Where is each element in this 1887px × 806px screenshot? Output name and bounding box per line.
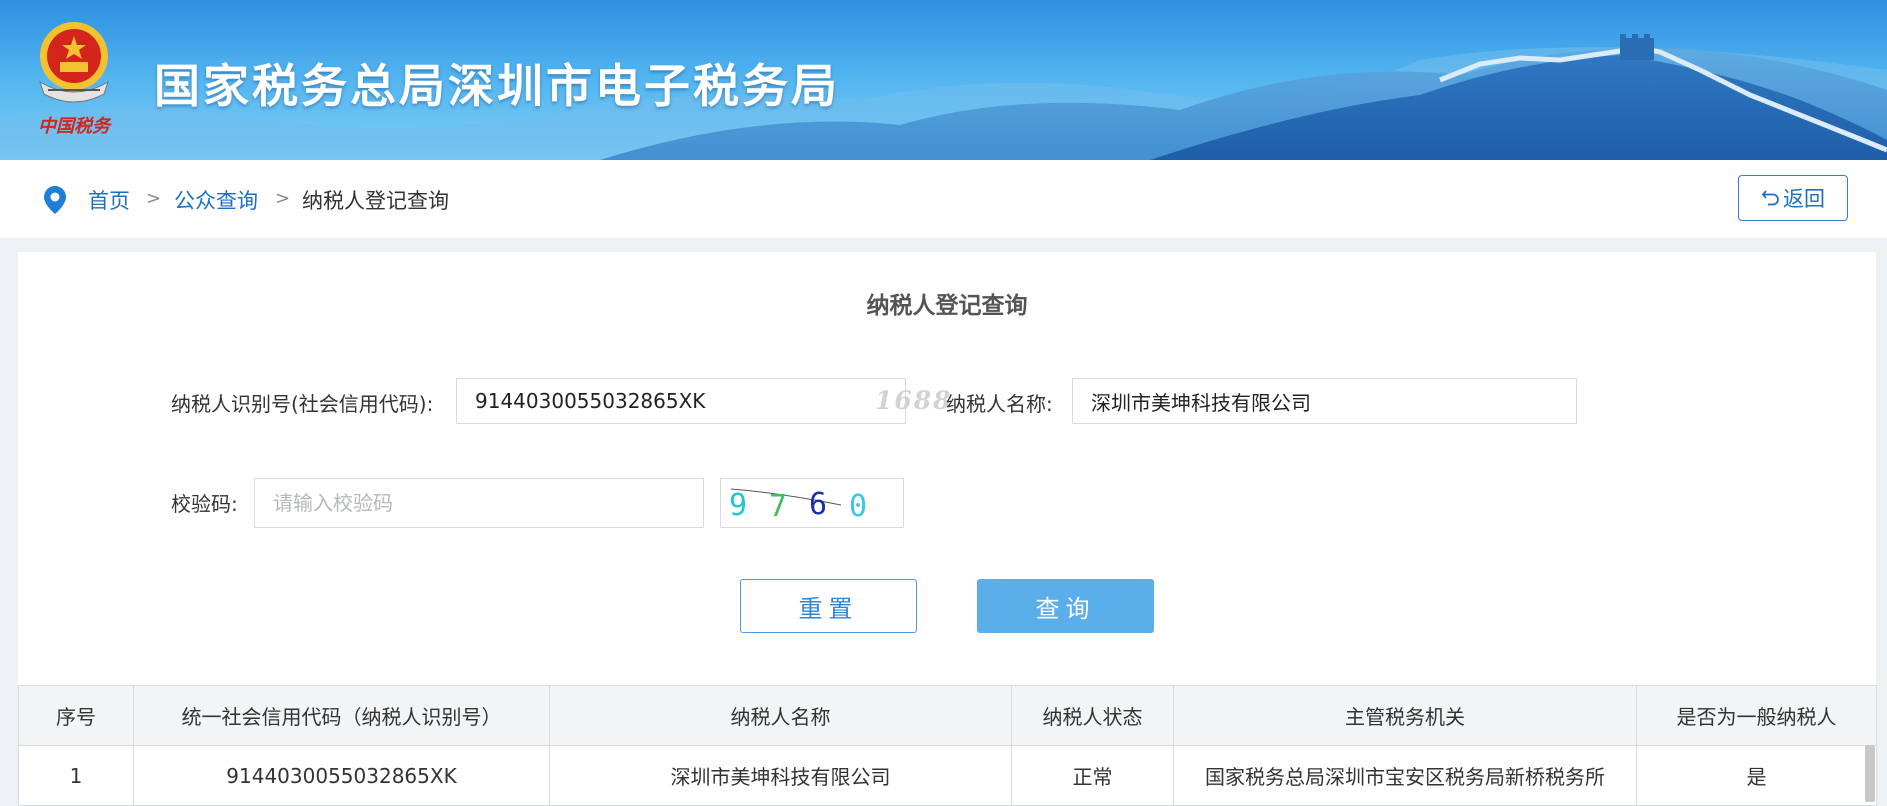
captcha-char: 9 — [729, 488, 747, 523]
result-table: 序号 统一社会信用代码（纳税人识别号） 纳税人名称 纳税人状态 主管税务机关 是… — [18, 685, 1877, 806]
taxpayer-id-input[interactable] — [473, 388, 889, 414]
taxpayer-name-field[interactable] — [1072, 378, 1577, 424]
table-cell: 9144030055032865XK — [133, 745, 550, 806]
undo-arrow-icon — [1761, 190, 1779, 206]
breadcrumb-bar: 首页 > 公众查询 > 纳税人登记查询 返回 — [0, 160, 1887, 238]
table-cell: 国家税务总局深圳市宝安区税务局新桥税务所 — [1173, 745, 1637, 806]
breadcrumb-home[interactable]: 首页 — [88, 185, 130, 215]
site-title: 国家税务总局深圳市电子税务局 — [154, 59, 840, 113]
table-header-cell: 纳税人名称 — [549, 685, 1012, 746]
table-header-row: 序号 统一社会信用代码（纳税人识别号） 纳税人名称 纳税人状态 主管税务机关 是… — [18, 685, 1877, 746]
header-banner: 中国税务 国家税务总局深圳市电子税务局 — [0, 0, 1887, 160]
taxpayer-name-label: 纳税人名称: — [946, 392, 1053, 416]
form-title: 纳税人登记查询 — [866, 293, 1028, 319]
taxpayer-name-input[interactable] — [1089, 388, 1560, 414]
emblem-caption: 中国税务 — [38, 116, 113, 137]
breadcrumb-separator: > — [275, 188, 291, 209]
table-header-cell: 统一社会信用代码（纳税人识别号） — [133, 685, 550, 746]
table-cell: 深圳市美坤科技有限公司 — [549, 745, 1012, 806]
captcha-char: 6 — [809, 487, 827, 522]
reset-button[interactable]: 重置 — [740, 579, 917, 633]
back-button[interactable]: 返回 — [1738, 175, 1848, 221]
table-header-cell: 是否为一般纳税人 — [1636, 685, 1877, 746]
taxpayer-id-label: 纳税人识别号(社会信用代码): — [171, 392, 434, 416]
query-button[interactable]: 查询 — [977, 579, 1154, 633]
taxpayer-id-field[interactable] — [456, 378, 906, 424]
table-cell: 正常 — [1011, 745, 1174, 806]
breadcrumb-public-query[interactable]: 公众查询 — [174, 185, 258, 215]
watermark: 1688 — [875, 386, 953, 415]
table-header-cell: 纳税人状态 — [1011, 685, 1174, 746]
table-scrollbar[interactable] — [1865, 745, 1875, 802]
table-cell: 是 — [1636, 745, 1877, 806]
captcha-image[interactable]: 9 7 6 0 — [720, 478, 904, 528]
table-row: 1 9144030055032865XK 深圳市美坤科技有限公司 正常 国家税务… — [18, 745, 1877, 806]
captcha-label: 校验码: — [171, 492, 238, 516]
back-button-label: 返回 — [1783, 187, 1825, 211]
captcha-input[interactable] — [271, 490, 687, 516]
tax-emblem-logo: 中国税务 — [26, 16, 122, 142]
captcha-char: 0 — [849, 489, 867, 524]
captcha-char: 7 — [769, 489, 787, 524]
table-header-cell: 序号 — [18, 685, 134, 746]
captcha-field[interactable] — [254, 478, 704, 528]
table-cell: 1 — [18, 745, 134, 806]
breadcrumb-separator: > — [146, 188, 162, 209]
breadcrumb-current: 纳税人登记查询 — [302, 189, 449, 213]
location-pin-icon — [44, 186, 66, 214]
table-header-cell: 主管税务机关 — [1173, 685, 1637, 746]
